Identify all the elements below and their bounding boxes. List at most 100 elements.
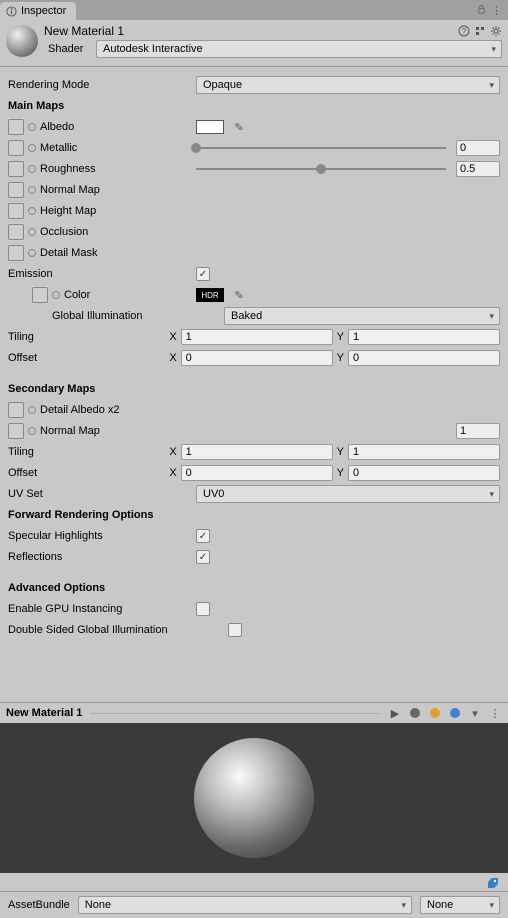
secondary-normal-picker-icon[interactable]	[28, 427, 36, 435]
albedo-color-swatch[interactable]	[196, 120, 224, 134]
tiling-label: Tiling	[8, 331, 169, 343]
uv-set-label: UV Set	[8, 488, 196, 500]
emission-hdr-swatch[interactable]: HDR	[196, 288, 224, 302]
secondary-maps-heading: Secondary Maps	[8, 383, 196, 395]
detail-albedo-texture-slot[interactable]	[8, 402, 24, 418]
albedo-picker-icon[interactable]	[28, 123, 36, 131]
sphere-preview-icon[interactable]	[408, 706, 422, 720]
preview-sphere	[194, 738, 314, 858]
lighting-preview-icon[interactable]	[428, 706, 442, 720]
detail-mask-texture-slot[interactable]	[8, 245, 24, 261]
height-map-texture-slot[interactable]	[8, 203, 24, 219]
occlusion-picker-icon[interactable]	[28, 228, 36, 236]
advanced-heading: Advanced Options	[8, 582, 196, 594]
main-maps-heading: Main Maps	[8, 100, 196, 112]
roughness-picker-icon[interactable]	[28, 165, 36, 173]
rendering-mode-dropdown[interactable]: Opaque	[196, 76, 500, 94]
material-properties: Rendering Mode Opaque Main Maps Albedo ✎…	[0, 71, 508, 702]
offset-x-input[interactable]	[181, 350, 333, 366]
secondary-tiling-y-input[interactable]	[348, 444, 500, 460]
info-icon	[6, 6, 17, 17]
gpu-instancing-label: Enable GPU Instancing	[8, 603, 196, 615]
metallic-picker-icon[interactable]	[28, 144, 36, 152]
tiling-y-input[interactable]	[348, 329, 500, 345]
secondary-offset-label: Offset	[8, 467, 169, 479]
offset-y-input[interactable]	[348, 350, 500, 366]
rendering-mode-label: Rendering Mode	[8, 79, 196, 91]
secondary-normal-texture-slot[interactable]	[8, 423, 24, 439]
tab-title: Inspector	[21, 5, 66, 17]
detail-mask-picker-icon[interactable]	[28, 249, 36, 257]
presets-icon[interactable]	[474, 25, 486, 37]
asset-bundle-dropdown[interactable]: None	[78, 896, 412, 914]
chevron-down-icon[interactable]: ▾	[468, 706, 482, 720]
gi-dropdown[interactable]: Baked	[224, 307, 500, 325]
reflections-label: Reflections	[8, 551, 196, 563]
eyedropper-icon[interactable]: ✎	[232, 288, 246, 302]
albedo-label: Albedo	[40, 121, 74, 133]
material-name: New Material 1	[44, 24, 124, 38]
emission-color-label: Color	[64, 289, 90, 301]
roughness-slider[interactable]	[196, 162, 446, 176]
material-header: New Material 1 ? Shader Autodesk Interac…	[0, 20, 508, 62]
gpu-instancing-checkbox[interactable]	[196, 602, 210, 616]
secondary-offset-x-input[interactable]	[181, 465, 333, 481]
occlusion-label: Occlusion	[40, 226, 88, 238]
detail-albedo-picker-icon[interactable]	[28, 406, 36, 414]
secondary-normal-label: Normal Map	[40, 425, 100, 437]
emission-color-texture-slot[interactable]	[32, 287, 48, 303]
gi-label: Global Illumination	[8, 310, 196, 322]
lock-icon[interactable]	[476, 4, 487, 17]
specular-label: Specular Highlights	[8, 530, 196, 542]
label-icon[interactable]	[486, 876, 500, 890]
roughness-label: Roughness	[40, 163, 96, 175]
forward-heading: Forward Rendering Options	[8, 509, 196, 521]
dsgi-checkbox[interactable]	[228, 623, 242, 637]
menu-icon[interactable]: ⋮	[491, 4, 502, 17]
occlusion-texture-slot[interactable]	[8, 224, 24, 240]
asset-bundle-variant-dropdown[interactable]: None	[420, 896, 500, 914]
metallic-texture-slot[interactable]	[8, 140, 24, 156]
emission-label: Emission	[8, 268, 196, 280]
metallic-slider[interactable]	[196, 141, 446, 155]
detail-mask-label: Detail Mask	[40, 247, 97, 259]
preview-title: New Material 1	[6, 707, 82, 719]
reflection-preview-icon[interactable]	[448, 706, 462, 720]
roughness-texture-slot[interactable]	[8, 161, 24, 177]
height-map-label: Height Map	[40, 205, 96, 217]
roughness-input[interactable]	[456, 161, 500, 177]
secondary-tiling-label: Tiling	[8, 446, 169, 458]
emission-color-picker-icon[interactable]	[52, 291, 60, 299]
menu-icon[interactable]: ⋮	[488, 706, 502, 720]
help-icon[interactable]: ?	[458, 25, 470, 37]
specular-checkbox[interactable]	[196, 529, 210, 543]
height-map-picker-icon[interactable]	[28, 207, 36, 215]
reflections-checkbox[interactable]	[196, 550, 210, 564]
albedo-texture-slot[interactable]	[8, 119, 24, 135]
dsgi-label: Double Sided Global Illumination	[8, 624, 228, 636]
metallic-label: Metallic	[40, 142, 77, 154]
metallic-input[interactable]	[456, 140, 500, 156]
preview-area[interactable]	[0, 723, 508, 873]
play-icon[interactable]: ▶	[388, 706, 402, 720]
detail-albedo-label: Detail Albedo x2	[40, 404, 120, 416]
tiling-x-input[interactable]	[181, 329, 333, 345]
normal-map-label: Normal Map	[40, 184, 100, 196]
emission-checkbox[interactable]	[196, 267, 210, 281]
shader-dropdown[interactable]: Autodesk Interactive	[96, 40, 502, 58]
normal-map-picker-icon[interactable]	[28, 186, 36, 194]
normal-map-texture-slot[interactable]	[8, 182, 24, 198]
tab-bar: Inspector ⋮	[0, 0, 508, 20]
inspector-tab[interactable]: Inspector	[0, 2, 76, 20]
shader-label: Shader	[44, 43, 90, 55]
uv-set-dropdown[interactable]: UV0	[196, 485, 500, 503]
offset-label: Offset	[8, 352, 169, 364]
svg-text:?: ?	[462, 27, 467, 36]
asset-bundle-footer: AssetBundle None None	[0, 891, 508, 918]
secondary-offset-y-input[interactable]	[348, 465, 500, 481]
secondary-tiling-x-input[interactable]	[181, 444, 333, 460]
secondary-normal-input[interactable]	[456, 423, 500, 439]
material-thumbnail[interactable]	[6, 25, 38, 57]
eyedropper-icon[interactable]: ✎	[232, 120, 246, 134]
gear-icon[interactable]	[490, 25, 502, 37]
